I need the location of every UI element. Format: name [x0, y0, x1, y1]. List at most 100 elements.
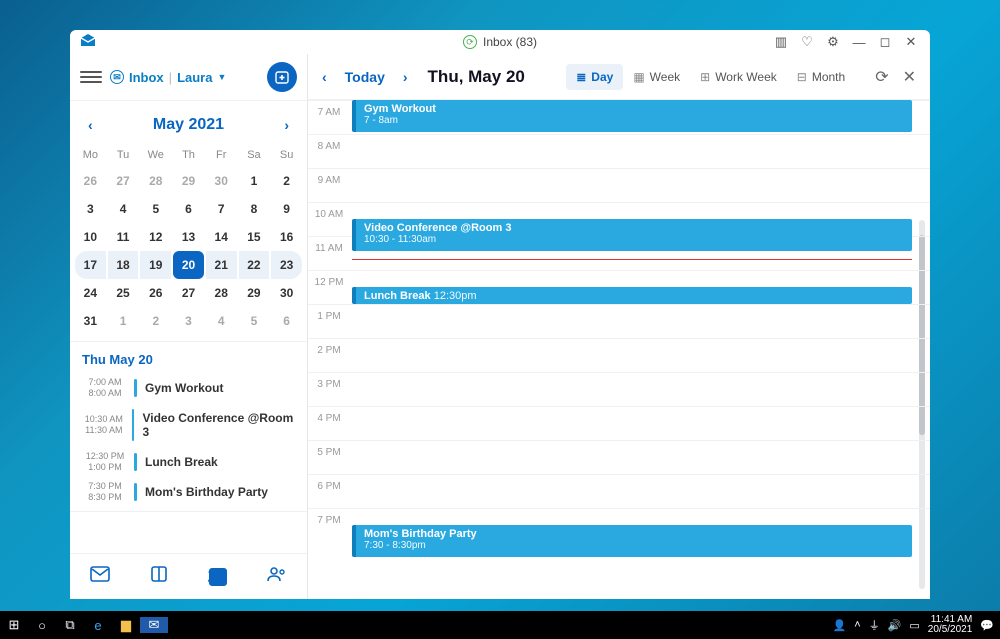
maximize-button[interactable]: ◻	[872, 30, 898, 54]
minical-day[interactable]: 11	[108, 223, 139, 251]
minical-day[interactable]: 1	[108, 307, 139, 335]
minical-day[interactable]: 29	[173, 167, 204, 195]
contacts-tab-icon[interactable]	[150, 565, 168, 588]
minical-day[interactable]: 2	[140, 307, 171, 335]
minical-day[interactable]: 30	[206, 167, 237, 195]
minical-day[interactable]: 6	[173, 195, 204, 223]
sync-status-icon: ⟳	[463, 35, 477, 49]
minical-day[interactable]: 16	[271, 223, 302, 251]
today-button[interactable]: Today	[341, 65, 389, 89]
view-month-tab[interactable]: ⊟Month	[787, 64, 855, 90]
view-day-tab[interactable]: ≣Day	[566, 64, 623, 90]
tray-wifi-icon[interactable]: ⏚	[869, 617, 880, 633]
view-week-tab[interactable]: ▦Week	[623, 64, 690, 90]
minical-day[interactable]: 3	[173, 307, 204, 335]
prev-month-button[interactable]: ‹	[84, 113, 97, 137]
minical-day[interactable]: 3	[75, 195, 106, 223]
minical-day[interactable]: 10	[75, 223, 106, 251]
minical-day[interactable]: 9	[271, 195, 302, 223]
minical-day[interactable]: 21	[206, 251, 237, 279]
tray-people-icon[interactable]: 👤	[833, 619, 847, 632]
agenda-item[interactable]: 7:00 AM8:00 AMGym Workout	[78, 373, 299, 403]
minical-day[interactable]: 28	[206, 279, 237, 307]
prev-day-button[interactable]: ‹	[318, 65, 331, 89]
minical-day[interactable]: 15	[239, 223, 270, 251]
taskbar-clock[interactable]: 11:41 AM 20/5/2021	[928, 615, 973, 635]
minical-day[interactable]: 24	[75, 279, 106, 307]
people-tab-icon[interactable]	[267, 566, 287, 587]
minical-week-row: 17181920212223	[74, 251, 303, 279]
minical-day[interactable]: 27	[108, 167, 139, 195]
file-explorer-icon[interactable]: ▆	[112, 617, 140, 633]
agenda-item[interactable]: 7:30 PM8:30 PMMom's Birthday Party	[78, 477, 299, 507]
minical-day[interactable]: 18	[108, 251, 139, 279]
minical-day[interactable]: 4	[108, 195, 139, 223]
window-titlebar: ⟳ Inbox (83) ▥ ♡ ⚙ — ◻ ✕	[70, 30, 930, 54]
minical-day[interactable]: 14	[206, 223, 237, 251]
agenda-title: Mom's Birthday Party	[145, 481, 268, 503]
refresh-icon[interactable]: ⟳	[871, 63, 892, 91]
minical-day[interactable]: 7	[206, 195, 237, 223]
tray-battery-icon[interactable]: ▭	[909, 619, 919, 632]
minical-day[interactable]: 1	[239, 167, 270, 195]
close-button[interactable]: ✕	[898, 30, 924, 54]
event-block[interactable]: Lunch Break 12:30pm	[352, 287, 912, 304]
app-icon	[80, 34, 96, 51]
like-icon[interactable]: ♡	[794, 30, 820, 54]
minical-day[interactable]: 5	[239, 307, 270, 335]
tray-chevron-up-icon[interactable]: ˄	[854, 619, 860, 631]
day-grid[interactable]: 7 AM8 AM9 AM10 AM11 AM12 PM1 PM2 PM3 PM4…	[308, 100, 930, 599]
minical-day[interactable]: 28	[140, 167, 171, 195]
minical-day[interactable]: 25	[108, 279, 139, 307]
tray-volume-icon[interactable]: 🔊	[888, 619, 902, 632]
minical-day[interactable]: 29	[239, 279, 270, 307]
date-title: Thu, May 20	[428, 67, 525, 87]
event-block[interactable]: Gym Workout7 - 8am	[352, 100, 912, 132]
windows-taskbar: ⊞ ○ ⧉ e ▆ ✉ 👤 ˄ ⏚ 🔊 ▭ 11:41 AM 20/5/2021…	[0, 611, 1000, 639]
app-taskbar-icon[interactable]: ✉	[140, 617, 168, 633]
minical-day[interactable]: 5	[140, 195, 171, 223]
minical-day[interactable]: 8	[239, 195, 270, 223]
time-label: 7 AM	[308, 107, 350, 118]
agenda-item[interactable]: 12:30 PM1:00 PMLunch Break	[78, 447, 299, 477]
minical-day[interactable]: 12	[140, 223, 171, 251]
minical-day[interactable]: 13	[173, 223, 204, 251]
event-block[interactable]: Mom's Birthday Party7:30 - 8:30pm	[352, 525, 912, 557]
tray-notifications-icon[interactable]: 💬	[980, 619, 994, 632]
next-month-button[interactable]: ›	[280, 113, 293, 137]
minical-day[interactable]: 22	[239, 251, 270, 279]
minimize-button[interactable]: —	[846, 30, 872, 54]
minical-day[interactable]: 31	[75, 307, 106, 335]
minical-day[interactable]: 26	[75, 167, 106, 195]
agenda-item[interactable]: 10:30 AM11:30 AMVideo Conference @Room 3	[78, 403, 299, 447]
settings-icon[interactable]: ⚙	[820, 30, 846, 54]
next-day-button[interactable]: ›	[399, 65, 412, 89]
minical-day[interactable]: 4	[206, 307, 237, 335]
minical-day[interactable]: 2	[271, 167, 302, 195]
edge-icon[interactable]: e	[84, 618, 112, 633]
start-menu-icon[interactable]: ⊞	[0, 617, 28, 633]
minical-week-row: 262728293012	[74, 167, 303, 195]
cortana-icon[interactable]: ○	[28, 618, 56, 633]
mail-tab-icon[interactable]	[90, 566, 110, 587]
minical-day[interactable]: 6	[271, 307, 302, 335]
minical-day[interactable]: 17	[75, 251, 106, 279]
task-view-icon[interactable]: ⧉	[56, 617, 84, 633]
hamburger-menu-icon[interactable]	[80, 66, 102, 88]
sidebar-footer: 20	[70, 553, 307, 599]
minical-dow: Mo	[74, 145, 107, 167]
close-panel-icon[interactable]: ✕	[899, 63, 920, 91]
calendar-tab-icon[interactable]: 20	[209, 566, 227, 587]
minical-day[interactable]: 27	[173, 279, 204, 307]
time-label: 9 AM	[308, 175, 350, 186]
minical-day[interactable]: 20	[173, 251, 204, 279]
event-block[interactable]: Video Conference @Room 310:30 - 11:30am	[352, 219, 912, 251]
layout-icon[interactable]: ▥	[768, 30, 794, 54]
view-workweek-tab[interactable]: ⊞Work Week	[690, 64, 787, 90]
account-picker[interactable]: ✉ Inbox | Laura ▼	[110, 70, 226, 85]
minical-day[interactable]: 26	[140, 279, 171, 307]
minical-day[interactable]: 30	[271, 279, 302, 307]
minical-day[interactable]: 23	[271, 251, 302, 279]
minical-day[interactable]: 19	[140, 251, 171, 279]
compose-button[interactable]	[267, 62, 297, 92]
